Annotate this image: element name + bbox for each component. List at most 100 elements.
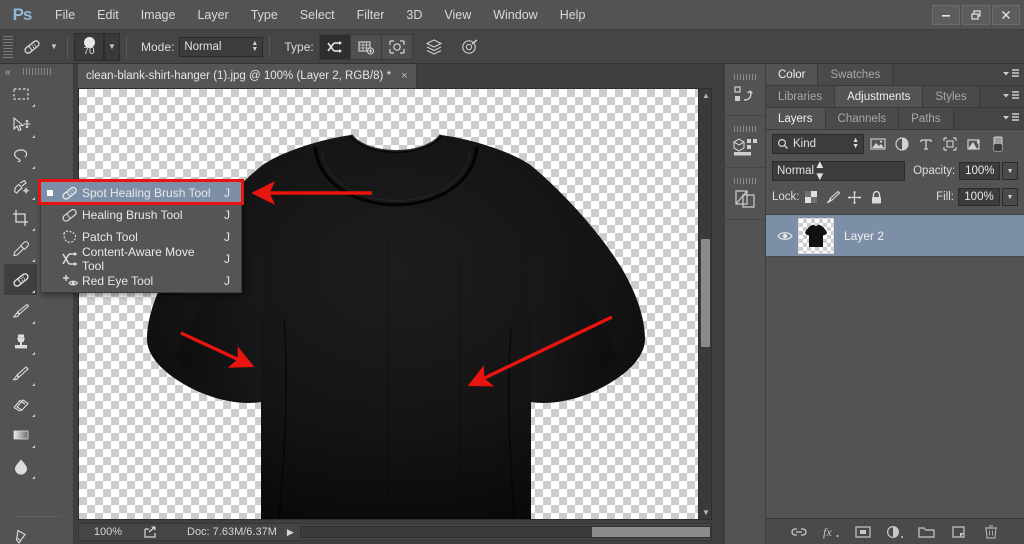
tab-color[interactable]: Color [766, 64, 819, 85]
status-expand-icon[interactable]: ▶ [287, 527, 294, 538]
scroll-up-icon[interactable]: ▲ [702, 91, 710, 100]
blend-mode-select[interactable]: Normal ▲ ▼ [772, 159, 906, 183]
scrollbar-thumb[interactable] [592, 527, 710, 537]
menu-item-healing-brush-tool[interactable]: Healing Brush Tool J [41, 204, 241, 226]
properties-panel-icon[interactable] [725, 116, 765, 168]
share-icon[interactable] [137, 525, 163, 539]
tool-move[interactable] [4, 109, 37, 140]
delete-layer-icon[interactable] [982, 523, 1000, 541]
menu-item-content-aware-move-tool[interactable]: Content-Aware Move Tool J [41, 245, 241, 273]
lock-all-icon[interactable] [866, 187, 888, 207]
canvas-vertical-scrollbar[interactable]: ▲ ▼ [698, 88, 712, 520]
spot-healing-brush-icon[interactable] [17, 34, 47, 60]
layer-style-fx-icon[interactable]: fx [822, 523, 840, 541]
filter-kind-select[interactable]: Kind ▲ ▼ [772, 134, 864, 154]
opacity-value[interactable]: 100% [959, 162, 1001, 180]
table-row[interactable]: Layer 2 [766, 215, 1024, 257]
mode-select[interactable]: Normal ▲ ▼ [179, 36, 264, 57]
brush-preset-picker[interactable]: 70 [74, 32, 104, 61]
tool-clone-stamp[interactable] [4, 326, 37, 357]
tool-lasso[interactable] [4, 140, 37, 171]
fill-chevron-down-icon[interactable]: ▼ [1002, 188, 1018, 206]
tool-history-brush[interactable] [4, 357, 37, 388]
document-tab[interactable]: clean-blank-shirt-hanger (1).jpg @ 100% … [78, 64, 417, 88]
tool-dodge[interactable] [4, 481, 37, 512]
tab-adjustments[interactable]: Adjustments [835, 86, 924, 107]
tool-eyedropper[interactable] [4, 233, 37, 264]
menu-view[interactable]: View [433, 0, 482, 30]
toolbar-collapse-icon[interactable]: « [5, 67, 10, 78]
close-button[interactable] [992, 5, 1020, 25]
filter-shape-icon[interactable] [940, 134, 960, 154]
menu-item-red-eye-tool[interactable]: Red Eye Tool J [41, 270, 241, 292]
history-panel-icon[interactable] [725, 64, 765, 116]
menu-window[interactable]: Window [482, 0, 548, 30]
filter-smart-object-icon[interactable] [964, 134, 984, 154]
pressure-for-size-icon[interactable] [456, 34, 484, 60]
zoom-level[interactable]: 100% [79, 526, 137, 538]
menu-edit[interactable]: Edit [86, 0, 130, 30]
filter-type-icon[interactable] [916, 134, 936, 154]
layer-thumbnail[interactable] [798, 217, 834, 254]
tool-spot-healing-brush[interactable] [4, 264, 37, 295]
panel-menu-icon[interactable] [1002, 68, 1020, 80]
type-create-texture-button[interactable] [349, 33, 382, 60]
scrollbar-thumb[interactable] [701, 239, 710, 347]
menu-select[interactable]: Select [289, 0, 346, 30]
filter-adjustment-icon[interactable] [892, 134, 912, 154]
tool-pen[interactable] [4, 521, 37, 544]
tab-libraries[interactable]: Libraries [766, 86, 836, 107]
new-group-icon[interactable] [918, 523, 936, 541]
tool-gradient[interactable] [4, 419, 37, 450]
new-layer-icon[interactable] [950, 523, 968, 541]
horizontal-scrollbar[interactable] [299, 526, 711, 538]
tool-blur[interactable] [4, 450, 37, 481]
menu-filter[interactable]: Filter [346, 0, 396, 30]
canvas[interactable] [78, 88, 712, 520]
opacity-chevron-down-icon[interactable]: ▼ [1002, 162, 1018, 180]
panel-menu-icon[interactable] [1002, 112, 1020, 124]
tool-brush[interactable] [4, 295, 37, 326]
tool-quick-selection[interactable] [4, 171, 37, 202]
sample-all-layers-icon[interactable] [420, 34, 448, 60]
tab-swatches[interactable]: Swatches [818, 64, 894, 85]
layer-name[interactable]: Layer 2 [844, 229, 884, 243]
type-content-aware-button[interactable] [318, 33, 351, 60]
brush-picker-chevron-down-icon[interactable]: ▼ [104, 32, 120, 61]
layer-visibility-toggle[interactable] [772, 230, 798, 242]
adjustments-panel-icon[interactable] [725, 168, 765, 220]
menu-item-spot-healing-brush-tool[interactable]: Spot Healing Brush Tool J [41, 182, 241, 204]
tab-channels[interactable]: Channels [825, 108, 900, 129]
panel-menu-icon[interactable] [1002, 90, 1020, 102]
tool-rectangular-marquee[interactable] [4, 78, 37, 109]
type-proximity-match-button[interactable] [380, 33, 413, 60]
scroll-down-icon[interactable]: ▼ [702, 508, 710, 517]
menu-file[interactable]: File [44, 0, 86, 30]
tool-crop[interactable] [4, 202, 37, 233]
tab-styles[interactable]: Styles [923, 86, 980, 107]
add-layer-mask-icon[interactable] [854, 523, 872, 541]
lock-position-icon[interactable] [844, 187, 866, 207]
menu-type[interactable]: Type [240, 0, 289, 30]
options-bar-grip[interactable] [3, 35, 13, 58]
tool-preset-chevron-down-icon[interactable]: ▼ [47, 42, 61, 51]
menu-layer[interactable]: Layer [186, 0, 239, 30]
lock-transparent-pixels-icon[interactable] [800, 187, 822, 207]
menu-help[interactable]: Help [549, 0, 597, 30]
tab-layers[interactable]: Layers [766, 108, 826, 129]
tab-paths[interactable]: Paths [899, 108, 954, 129]
minimize-button[interactable] [932, 5, 960, 25]
menu-image[interactable]: Image [130, 0, 187, 30]
tool-eraser[interactable] [4, 388, 37, 419]
new-adjustment-layer-icon[interactable] [886, 523, 904, 541]
lock-image-pixels-icon[interactable] [822, 187, 844, 207]
restore-button[interactable] [962, 5, 990, 25]
filter-pixel-icon[interactable] [868, 134, 888, 154]
spot-healing-brush-flyout-menu[interactable]: Spot Healing Brush Tool J Healing Brush … [40, 181, 242, 293]
toolbar-grip[interactable] [22, 68, 51, 75]
close-icon[interactable]: × [401, 70, 407, 82]
menu-3d[interactable]: 3D [395, 0, 433, 30]
fill-value[interactable]: 100% [958, 188, 1000, 206]
filter-toggle-icon[interactable] [988, 134, 1008, 154]
link-layers-icon[interactable] [790, 523, 808, 541]
